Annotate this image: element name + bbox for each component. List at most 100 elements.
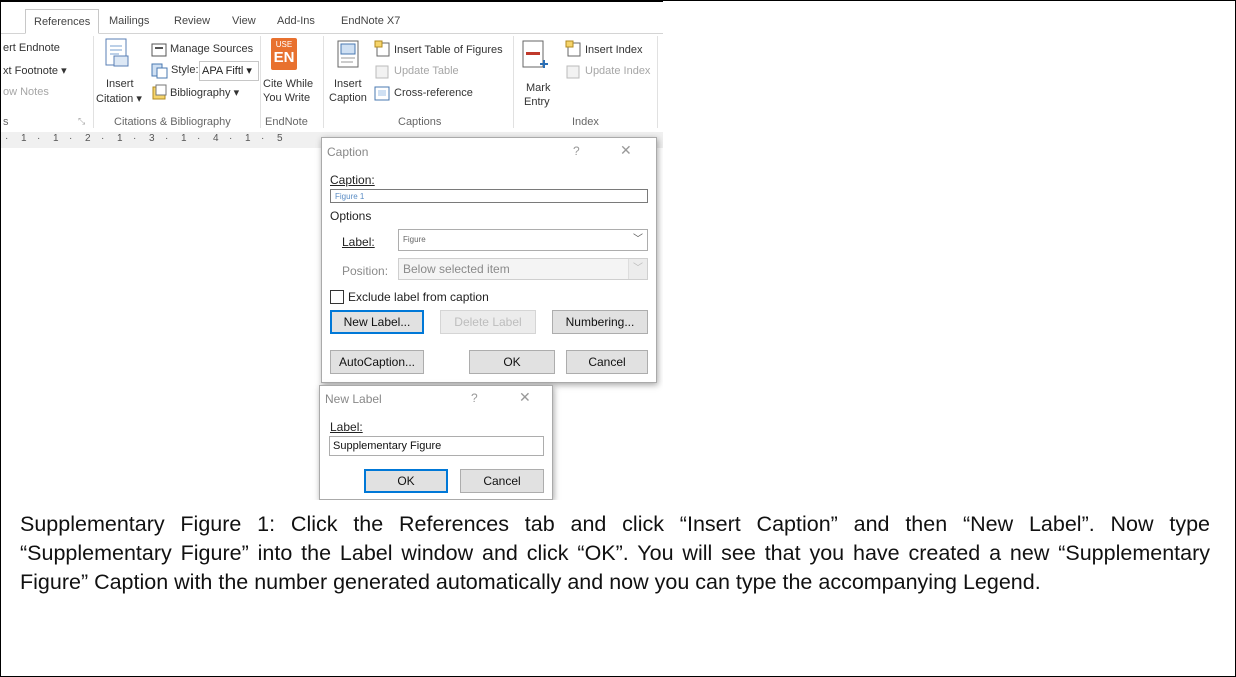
label-field-label-text: Label: (342, 235, 375, 249)
new-label-input[interactable]: Supplementary Figure (329, 436, 544, 456)
delete-label-button[interactable]: Delete Label (440, 310, 536, 334)
insert-citation-label-1[interactable]: Insert (106, 78, 134, 90)
show-notes-button[interactable]: ow Notes (3, 86, 49, 98)
position-label: Position: (342, 264, 389, 278)
ruler-mark: 1 (21, 133, 27, 144)
ruler-mark: 5 (277, 133, 283, 144)
ruler-mark: 1 (245, 133, 251, 144)
numbering-button[interactable]: Numbering... (552, 310, 648, 334)
insert-index-button[interactable]: Insert Index (585, 44, 642, 56)
word-screenshot: References Mailings Review View Add-Ins … (1, 1, 663, 500)
ribbon: ert Endnote xt Footnote ▾ ow Notes s ⤡ I… (1, 33, 663, 133)
chevron-down-icon[interactable]: ﹀ (629, 230, 647, 250)
help-icon[interactable]: ? (573, 144, 580, 158)
options-label: Options (330, 209, 372, 223)
dialog-launcher-icon[interactable]: ⤡ (78, 116, 85, 127)
exclude-label-checkbox[interactable] (330, 290, 344, 304)
tab-view[interactable]: View (232, 9, 256, 33)
label-dropdown-value: Figure (403, 235, 426, 244)
insert-citation-icon[interactable] (105, 38, 131, 70)
new-label-field-label: Label: (330, 420, 363, 434)
ruler-mark: · (133, 133, 137, 144)
ruler-mark: 1 (117, 133, 123, 144)
caption-input[interactable]: Figure 1 (330, 189, 648, 203)
ruler-mark: 2 (85, 133, 91, 144)
ruler-mark: · (261, 133, 265, 144)
group-citations-label: Citations & Bibliography (114, 116, 231, 128)
new-label-dialog-title: New Label (325, 392, 382, 406)
next-footnote-button[interactable]: xt Footnote ▾ (3, 64, 67, 77)
exclude-label-text[interactable]: Exclude label from caption (348, 290, 489, 304)
insert-caption-icon[interactable] (337, 40, 361, 70)
bibliography-button[interactable]: Bibliography ▾ (170, 86, 239, 99)
help-icon[interactable]: ? (471, 391, 478, 405)
ruler-mark: · (37, 133, 41, 144)
caption-dialog: Caption ? ✕ Caption: Figure 1 Options La… (321, 137, 657, 383)
cite-while-label-1[interactable]: Cite While (263, 78, 313, 90)
manage-sources-button[interactable]: Manage Sources (170, 43, 253, 55)
caption-field-label-text: Caption: (330, 173, 375, 187)
ribbon-tabs: References Mailings Review View Add-Ins … (1, 9, 663, 34)
ruler-mark: 1 (181, 133, 187, 144)
label-dropdown[interactable]: Figure ﹀ (398, 229, 648, 251)
cross-reference-button[interactable]: Cross-reference (394, 87, 473, 99)
update-index-button[interactable]: Update Index (585, 65, 650, 77)
new-label-dialog: New Label ? ✕ Label: Supplementary Figur… (319, 385, 553, 500)
insert-table-of-figures-button[interactable]: Insert Table of Figures (394, 44, 503, 56)
ruler-mark: · (229, 133, 233, 144)
position-dropdown[interactable]: Below selected item ﹀ (398, 258, 648, 280)
cancel-button[interactable]: Cancel (566, 350, 648, 374)
ruler-mark: · (197, 133, 201, 144)
style-icon (151, 63, 168, 79)
caption-dialog-title: Caption (327, 145, 369, 159)
ok-button[interactable]: OK (469, 350, 555, 374)
ruler-mark: · (101, 133, 105, 144)
style-dropdown[interactable]: APA Fiftl ▾ (199, 61, 259, 81)
cite-while-label-2[interactable]: You Write (263, 92, 310, 104)
top-border (1, 1, 663, 9)
style-label: Style: (171, 64, 199, 76)
group-index-label: Index (572, 116, 599, 128)
group-captions-label: Captions (398, 116, 442, 128)
mark-entry-label-2[interactable]: Entry (524, 96, 550, 108)
insert-index-icon (565, 40, 581, 57)
table-of-figures-icon (374, 40, 390, 57)
ruler-mark: 3 (149, 133, 155, 144)
group-separator (323, 36, 324, 128)
bibliography-icon (152, 84, 167, 100)
caption-field-label: Caption: (330, 173, 375, 187)
insert-endnote-button[interactable]: ert Endnote (3, 42, 60, 54)
endnote-badge-bottom: EN (273, 49, 295, 66)
tab-add-ins[interactable]: Add-Ins (277, 9, 315, 33)
figure-caption: Supplementary Figure 1: Click the Refere… (20, 512, 1210, 594)
insert-caption-label-2[interactable]: Caption (329, 92, 367, 104)
insert-caption-label-1[interactable]: Insert (334, 78, 362, 90)
update-table-button[interactable]: Update Table (394, 65, 459, 77)
new-label-button[interactable]: New Label... (330, 310, 424, 334)
label-field-label: Label: (342, 235, 375, 249)
tab-review[interactable]: Review (174, 9, 210, 33)
mark-entry-label-1[interactable]: Mark (526, 82, 550, 94)
group-separator (93, 36, 94, 128)
group-separator (260, 36, 261, 128)
close-icon[interactable]: ✕ (620, 142, 632, 159)
tab-mailings[interactable]: Mailings (109, 9, 149, 33)
insert-citation-label-2[interactable]: Citation ▾ (96, 92, 142, 105)
new-label-field-label-text: Label: (330, 420, 363, 434)
tab-references[interactable]: References (25, 9, 100, 34)
group-separator (657, 36, 658, 128)
chevron-down-icon[interactable]: ﹀ (628, 259, 647, 279)
cross-reference-icon (374, 86, 390, 101)
mark-entry-icon[interactable] (522, 40, 552, 72)
autocaption-button[interactable]: AutoCaption... (330, 350, 424, 374)
position-dropdown-value: Below selected item (403, 262, 510, 276)
update-table-icon (375, 65, 389, 79)
close-icon[interactable]: ✕ (519, 389, 531, 406)
ruler-mark: · (5, 133, 9, 144)
manage-sources-icon (151, 43, 167, 57)
new-label-ok-button[interactable]: OK (364, 469, 448, 493)
new-label-cancel-button[interactable]: Cancel (460, 469, 544, 493)
group-endnote-label: EndNote (265, 116, 308, 128)
tab-endnote[interactable]: EndNote X7 (341, 9, 400, 33)
endnote-badge-icon[interactable]: USE EN (271, 38, 297, 70)
